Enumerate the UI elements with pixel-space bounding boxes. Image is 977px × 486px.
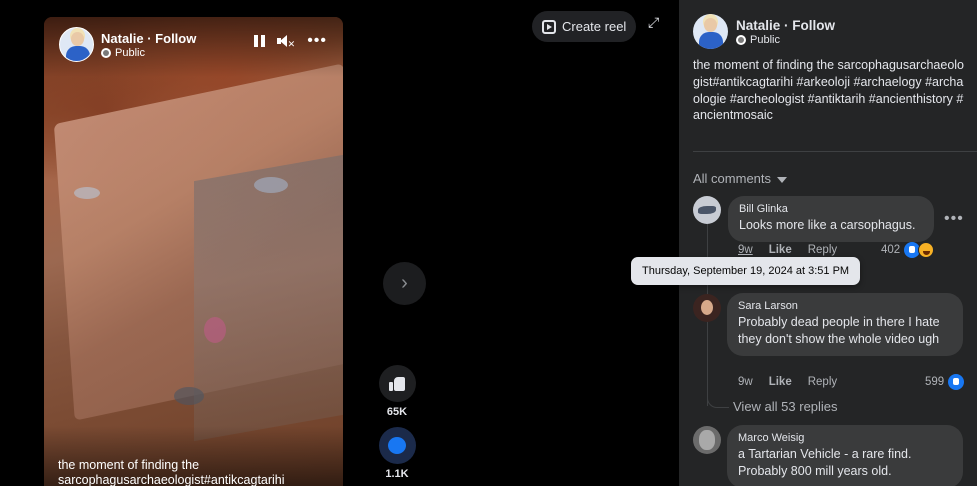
comment-author[interactable]: Bill Glinka <box>739 203 923 215</box>
comment-bubble: Sara Larson Probably dead people in ther… <box>727 293 963 356</box>
comment-icon <box>388 437 406 454</box>
thread-connector <box>707 394 729 408</box>
like-count: 65K <box>386 406 408 418</box>
comment-button[interactable] <box>378 427 416 464</box>
video-controls: ✕ ••• <box>254 33 327 49</box>
video-caption[interactable]: the moment of finding the sarcophagusarc… <box>58 458 328 486</box>
comment-filter-label: All comments <box>693 171 772 186</box>
reel-actions: 65K 1.1K <box>378 365 416 486</box>
comment-author[interactable]: Marco Weisig <box>738 432 952 444</box>
comment-text: Probably dead people in there I hate the… <box>738 315 940 346</box>
comment-text: a Tartarian Vehicle - a rare find. Proba… <box>738 447 912 478</box>
haha-reaction-icon <box>918 242 935 258</box>
more-icon[interactable]: ••• <box>944 210 964 228</box>
caret-down-icon <box>777 176 788 183</box>
reel-viewer: Natalie · Follow Public ✕ ••• the moment… <box>0 0 679 486</box>
comment-time[interactable]: 9w <box>738 376 753 388</box>
more-icon[interactable]: ••• <box>307 33 327 49</box>
post-caption: the moment of finding the sarcophagusarc… <box>693 58 965 123</box>
view-replies-link[interactable]: View all 53 replies <box>733 399 838 414</box>
comment-time[interactable]: 9w <box>738 244 753 256</box>
create-reel-label: Create reel <box>562 19 627 34</box>
video-visibility: Public <box>101 47 145 59</box>
reel-icon <box>542 19 556 34</box>
comments-panel: Natalie · Follow Public the moment of fi… <box>679 0 977 486</box>
video-frame-shadow <box>194 152 343 442</box>
chevron-right-icon: › <box>401 272 408 294</box>
reply-link[interactable]: Reply <box>808 376 837 388</box>
comment-meta: 9w Like Reply <box>738 376 837 388</box>
next-reel-button[interactable]: › <box>383 262 426 305</box>
avatar[interactable] <box>693 294 721 322</box>
comment-bubble: Marco Weisig a Tartarian Vehicle - a rar… <box>727 425 963 486</box>
video-frame-detail <box>254 177 288 193</box>
comment-meta: 9w Like Reply <box>738 244 837 256</box>
reply-link[interactable]: Reply <box>808 244 837 256</box>
expand-icon[interactable]: ⤢ <box>648 15 662 29</box>
like-button[interactable] <box>378 365 416 402</box>
comment-text: Looks more like a carsophagus. <box>739 218 916 232</box>
video-visibility-label: Public <box>115 47 145 59</box>
reaction-count: 599 <box>925 376 945 388</box>
comment-bubble: Bill Glinka Looks more like a carsophagu… <box>728 196 934 242</box>
mute-icon[interactable]: ✕ <box>277 34 295 49</box>
video-frame-detail <box>174 387 204 405</box>
avatar[interactable] <box>693 196 721 224</box>
video-frame-detail <box>204 317 226 343</box>
reaction-summary[interactable]: 599 <box>925 374 965 390</box>
timestamp-tooltip: Thursday, September 19, 2024 at 3:51 PM <box>631 257 861 285</box>
reel-video[interactable]: Natalie · Follow Public ✕ ••• the moment… <box>44 17 343 486</box>
comment-filter-dropdown[interactable]: All comments <box>693 171 788 186</box>
create-reel-button[interactable]: Create reel <box>532 11 637 42</box>
like-reaction-icon <box>948 374 965 390</box>
globe-icon <box>101 48 111 58</box>
reaction-summary[interactable]: 402 <box>881 242 935 258</box>
avatar[interactable] <box>693 426 721 454</box>
thumbs-up-icon <box>389 376 405 391</box>
video-author-avatar[interactable] <box>59 27 94 62</box>
post-visibility: Public <box>736 34 780 46</box>
like-link[interactable]: Like <box>769 376 792 388</box>
post-author-avatar[interactable] <box>693 14 728 49</box>
comment-author[interactable]: Sara Larson <box>738 300 952 312</box>
post-author-name[interactable]: Natalie · Follow <box>736 18 835 33</box>
reaction-count: 402 <box>881 244 901 256</box>
video-author-name[interactable]: Natalie · Follow <box>101 31 196 46</box>
comment-count: 1.1K <box>385 468 409 480</box>
post-visibility-label: Public <box>750 34 780 46</box>
like-link[interactable]: Like <box>769 244 792 256</box>
video-frame-detail <box>74 187 100 199</box>
pause-icon[interactable] <box>254 35 266 47</box>
divider <box>693 151 977 152</box>
globe-icon <box>736 35 746 45</box>
